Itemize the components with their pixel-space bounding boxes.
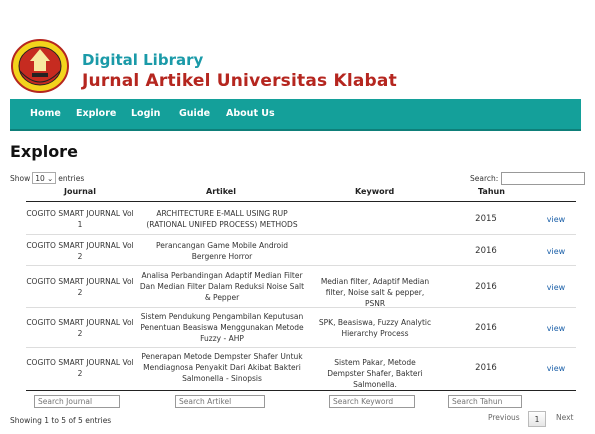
nav-about-us[interactable]: About Us [226, 108, 275, 119]
table-row: COGITO SMART JOURNAL Vol 2 Sistem Penduk… [26, 308, 576, 348]
filter-tahun-input[interactable] [448, 395, 522, 408]
chevron-down-icon: ⌄ [46, 173, 54, 183]
filter-journal-input[interactable] [34, 395, 120, 408]
search-input[interactable] [501, 172, 586, 185]
cell-artikel: Penerapan Metode Dempster Shafer Untuk M… [141, 352, 303, 383]
table-row: COGITO SMART JOURNAL Vol 2 Perancangan G… [26, 235, 576, 266]
cell-tahun: 2016 [475, 282, 497, 292]
site-subtitle: Jurnal Artikel Universitas Klabat [82, 71, 397, 91]
main-navbar: Home Explore Login Guide About Us [10, 99, 581, 131]
cell-keyword: Sistem Pakar, Metode Dempster Shafer, Ba… [327, 358, 423, 389]
cell-artikel: Analisa Perbandingan Adaptif Median Filt… [139, 271, 305, 302]
site-header: Digital Library Jurnal Artikel Universit… [10, 39, 590, 97]
entries-length-control: Show 10 ⌄ entries [10, 172, 84, 184]
cell-journal: COGITO SMART JOURNAL Vol 2 [26, 358, 134, 378]
table-search: Search: [470, 172, 586, 185]
column-header-journal[interactable]: Journal [64, 187, 96, 196]
pagination-page-1[interactable]: 1 [528, 411, 546, 427]
cell-keyword: SPK, Beasiswa, Fuzzy Analytic Hierarchy … [318, 318, 432, 338]
page-title: Explore [10, 142, 78, 161]
cell-artikel: ARCHITECTURE E-MALL USING RUP (RATIONAL … [146, 209, 298, 229]
cell-tahun: 2016 [475, 363, 497, 373]
filter-artikel-input[interactable] [175, 395, 265, 408]
column-header-tahun[interactable]: Tahun [478, 187, 505, 196]
cell-tahun: 2016 [475, 323, 497, 333]
search-label: Search: [470, 174, 499, 183]
cell-keyword: Median filter, Adaptif Median filter, No… [320, 277, 430, 308]
table-row: COGITO SMART JOURNAL Vol 1 ARCHITECTURE … [26, 202, 576, 235]
filter-keyword-input[interactable] [329, 395, 415, 408]
site-title: Digital Library [82, 51, 204, 69]
cell-journal: COGITO SMART JOURNAL Vol 2 [26, 318, 134, 338]
view-link[interactable]: view [541, 363, 571, 374]
show-label: Show [10, 173, 31, 183]
table-info: Showing 1 to 5 of 5 entries [10, 416, 112, 425]
cell-journal: COGITO SMART JOURNAL Vol 2 [26, 241, 134, 261]
cell-artikel: Perancangan Game Mobile Android Bergenre… [156, 241, 288, 261]
table-footer-divider [26, 390, 576, 391]
column-header-artikel[interactable]: Artikel [206, 187, 236, 196]
table-row: COGITO SMART JOURNAL Vol 2 Penerapan Met… [26, 348, 576, 389]
view-link[interactable]: view [541, 246, 571, 257]
table-row: COGITO SMART JOURNAL Vol 2 Analisa Perba… [26, 266, 576, 308]
column-header-keyword[interactable]: Keyword [355, 187, 394, 196]
university-seal-icon[interactable] [10, 39, 70, 93]
entries-select[interactable]: 10 ⌄ [32, 172, 57, 184]
cell-tahun: 2016 [475, 246, 497, 256]
nav-guide[interactable]: Guide [179, 108, 210, 119]
cell-journal: COGITO SMART JOURNAL Vol 1 [26, 209, 134, 229]
view-link[interactable]: view [541, 282, 571, 293]
cell-tahun: 2015 [475, 214, 497, 224]
cell-journal: COGITO SMART JOURNAL Vol 2 [26, 277, 134, 297]
pagination-previous[interactable]: Previous [488, 413, 520, 422]
cell-artikel: Sistem Pendukung Pengambilan Keputusan P… [140, 312, 304, 343]
nav-home[interactable]: Home [30, 108, 61, 119]
view-link[interactable]: view [541, 214, 571, 225]
nav-login[interactable]: Login [131, 108, 160, 119]
nav-explore[interactable]: Explore [76, 108, 116, 119]
view-link[interactable]: view [541, 323, 571, 334]
entries-label: entries [58, 173, 85, 183]
pagination-next[interactable]: Next [556, 413, 573, 422]
entries-value: 10 [35, 173, 45, 183]
